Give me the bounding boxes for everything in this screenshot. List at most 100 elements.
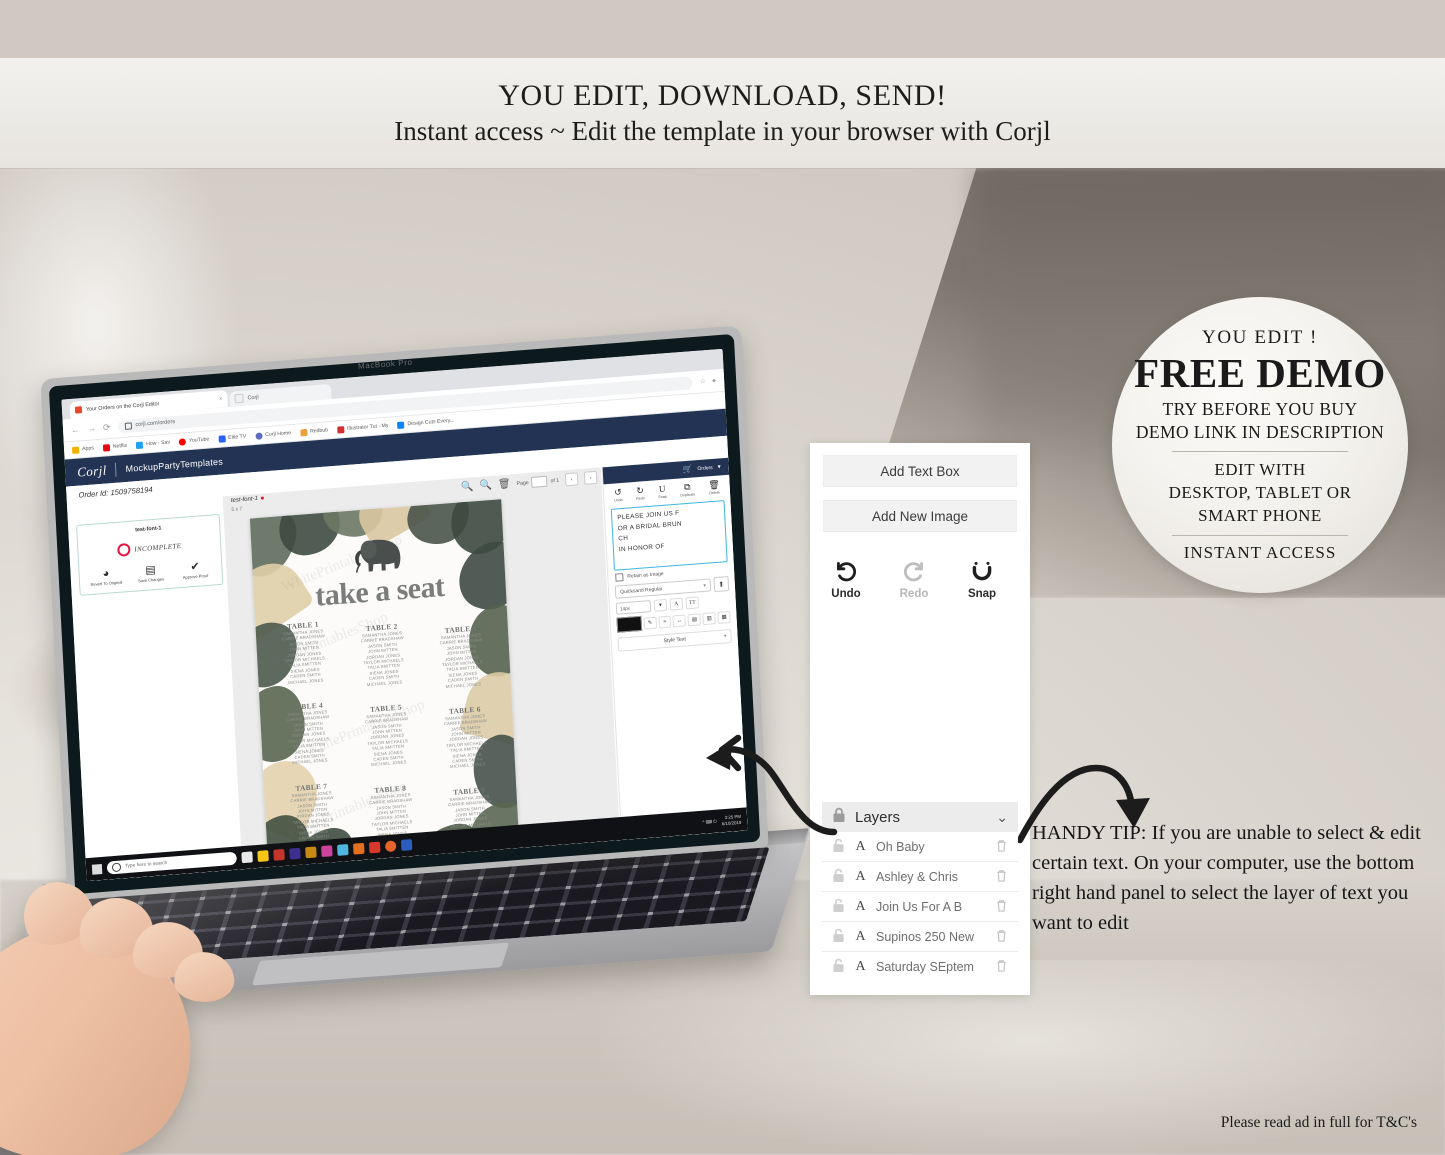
- font-increase-button[interactable]: TT: [685, 596, 700, 610]
- add-text-box-button[interactable]: Add Text Box: [823, 455, 1017, 487]
- eyedropper-icon[interactable]: ✎: [643, 616, 657, 630]
- chevron-down-icon[interactable]: ⌄: [996, 809, 1008, 826]
- font-size-select[interactable]: 14px: [615, 600, 652, 615]
- revert-action[interactable]: ◕ Revert To Original: [89, 567, 124, 587]
- trash-icon[interactable]: [995, 958, 1008, 976]
- table-guests: SAMANTHA JONES CARRIE BRADSHAW JASON SMITH…: [364, 711, 409, 768]
- rail-snap[interactable]: U Snap: [658, 484, 667, 500]
- bookmark-item[interactable]: How - Sav: [135, 439, 171, 449]
- chevron-down-icon: ▾: [717, 464, 721, 471]
- bookmark-item[interactable]: YouTube: [178, 436, 210, 446]
- text-layer-icon: A: [855, 868, 866, 884]
- unlock-icon[interactable]: [832, 928, 845, 946]
- photos-icon[interactable]: [337, 844, 349, 856]
- bookmark-label: How - Sav: [145, 439, 171, 448]
- save-action[interactable]: ▤ Save Changes: [133, 564, 168, 584]
- bookmark-item[interactable]: Design Cuts Every...: [397, 417, 454, 429]
- font-upload-button[interactable]: ⬆: [713, 576, 730, 593]
- rail-duplicate[interactable]: ⧉ Duplicate: [680, 482, 696, 498]
- arrow-to-laptop-icon: [706, 734, 838, 836]
- layer-row[interactable]: A Supinos 250 New: [822, 922, 1018, 952]
- bookmark-item[interactable]: Netflix: [102, 442, 128, 452]
- page-input[interactable]: [531, 475, 548, 488]
- seating-chart-design[interactable]: WhitePrintablesShop WhitePrintablesShop …: [249, 499, 520, 871]
- rail-duplicate-label: Duplicate: [680, 492, 696, 498]
- align-right-icon[interactable]: ▦: [717, 610, 731, 624]
- snap-label: Snap: [967, 588, 997, 600]
- trash-icon[interactable]: [995, 868, 1008, 886]
- layer-row[interactable]: A Ashley & Chris: [822, 862, 1018, 892]
- trash-icon[interactable]: [995, 838, 1008, 856]
- badge-edit-line2: DESKTOP, TABLET OR: [1168, 482, 1352, 502]
- redo-icon: [901, 557, 927, 585]
- page-label: Page: [516, 479, 529, 487]
- browser-toolbar-icons: ☆ ●: [699, 376, 716, 385]
- chrome-icon[interactable]: [273, 848, 285, 861]
- trash-icon[interactable]: 🗑: [498, 478, 511, 490]
- bookmark-item[interactable]: Corjl Home: [255, 430, 291, 440]
- unlock-icon[interactable]: [832, 958, 845, 976]
- layers-header[interactable]: Layers ⌄: [822, 802, 1018, 832]
- forward-icon[interactable]: →: [87, 423, 96, 434]
- table-block: TABLE 3 SAMANTHA JONES CARRIE BRADSHAW JAS…: [422, 606, 501, 691]
- trash-icon[interactable]: [995, 928, 1008, 946]
- text-layer-icon: A: [855, 928, 866, 944]
- unlock-icon[interactable]: [832, 898, 845, 916]
- chevron-down-icon[interactable]: ▾: [653, 598, 668, 612]
- line-height-icon[interactable]: ≡: [658, 615, 672, 629]
- bookmark-label: Illustrator Tut - My: [346, 422, 389, 432]
- rail-undo[interactable]: ↺ Undo: [614, 487, 623, 503]
- check-icon: ✔: [190, 560, 200, 574]
- next-page-button[interactable]: ›: [583, 470, 598, 485]
- letter-spacing-icon[interactable]: ↔: [672, 613, 687, 627]
- layer-row[interactable]: A Join Us For A B: [822, 892, 1018, 922]
- back-icon[interactable]: ←: [71, 424, 80, 435]
- bookmark-item[interactable]: Illustrator Tut - My: [336, 422, 389, 434]
- acrobat-icon[interactable]: [368, 841, 381, 854]
- snap-tool[interactable]: Snap: [960, 557, 1004, 600]
- approve-action[interactable]: ✔ Approve Proof: [178, 561, 213, 581]
- unlock-icon[interactable]: [832, 868, 845, 886]
- text-edit-textarea[interactable]: PLEASE JOIN US F OR A BRIDAL BRUN CH IN …: [610, 500, 728, 571]
- layer-row[interactable]: A Oh Baby: [822, 832, 1018, 862]
- star-icon[interactable]: ☆: [699, 377, 706, 385]
- text-layer-icon: A: [855, 958, 866, 974]
- add-new-image-button[interactable]: Add New Image: [823, 500, 1017, 532]
- close-icon[interactable]: ×: [219, 396, 223, 402]
- bookmark-item[interactable]: Apps: [71, 445, 94, 454]
- unsaved-dot-icon: [260, 496, 264, 500]
- prev-page-button[interactable]: ‹: [564, 472, 579, 487]
- rail-delete[interactable]: 🗑 Delete: [708, 479, 720, 495]
- layer-name: Saturday SEptem: [876, 959, 974, 974]
- text-color-swatch[interactable]: [616, 615, 642, 633]
- bookmark-item[interactable]: Elite TV: [218, 433, 246, 443]
- app-icon[interactable]: [321, 845, 333, 858]
- browser-tab-active-title: Your Orders on the Corjl Editor: [85, 400, 160, 413]
- redo-tool[interactable]: Redo: [892, 557, 936, 600]
- save-icon: ▤: [144, 563, 156, 577]
- corjl-logo[interactable]: Corjl: [77, 462, 107, 480]
- headline-banner: YOU EDIT, DOWNLOAD, SEND! Instant access…: [0, 58, 1445, 168]
- trash-icon[interactable]: [995, 898, 1008, 916]
- redo-label: Redo: [899, 588, 929, 600]
- align-center-icon[interactable]: ▥: [702, 611, 717, 625]
- font-decrease-button[interactable]: A: [669, 597, 684, 611]
- outlook-icon[interactable]: [400, 839, 413, 851]
- layer-row[interactable]: A Saturday SEptem: [822, 952, 1018, 981]
- profile-icon[interactable]: ●: [712, 376, 717, 384]
- rail-redo[interactable]: ↻ Redo: [636, 485, 645, 501]
- app-icon[interactable]: [353, 842, 365, 855]
- bookmark-item[interactable]: Redbub: [299, 427, 328, 436]
- proof-card[interactable]: test-font-1 INCOMPLETE ◕ Revert To Origi…: [76, 513, 224, 596]
- lock-icon: [124, 421, 132, 430]
- firefox-icon[interactable]: [384, 840, 397, 853]
- undo-tool[interactable]: Undo: [824, 557, 868, 600]
- app-icon[interactable]: [289, 847, 301, 860]
- style-text-accordion[interactable]: Style Text ▾: [617, 628, 732, 652]
- zoom-in-icon[interactable]: 🔍: [461, 481, 474, 493]
- align-left-icon[interactable]: ▤: [687, 612, 702, 626]
- badge-edit-line1: EDIT WITH: [1214, 459, 1306, 479]
- zoom-out-icon[interactable]: 🔍: [479, 480, 492, 492]
- reload-icon[interactable]: ⟳: [103, 422, 111, 434]
- app-icon[interactable]: [305, 846, 317, 859]
